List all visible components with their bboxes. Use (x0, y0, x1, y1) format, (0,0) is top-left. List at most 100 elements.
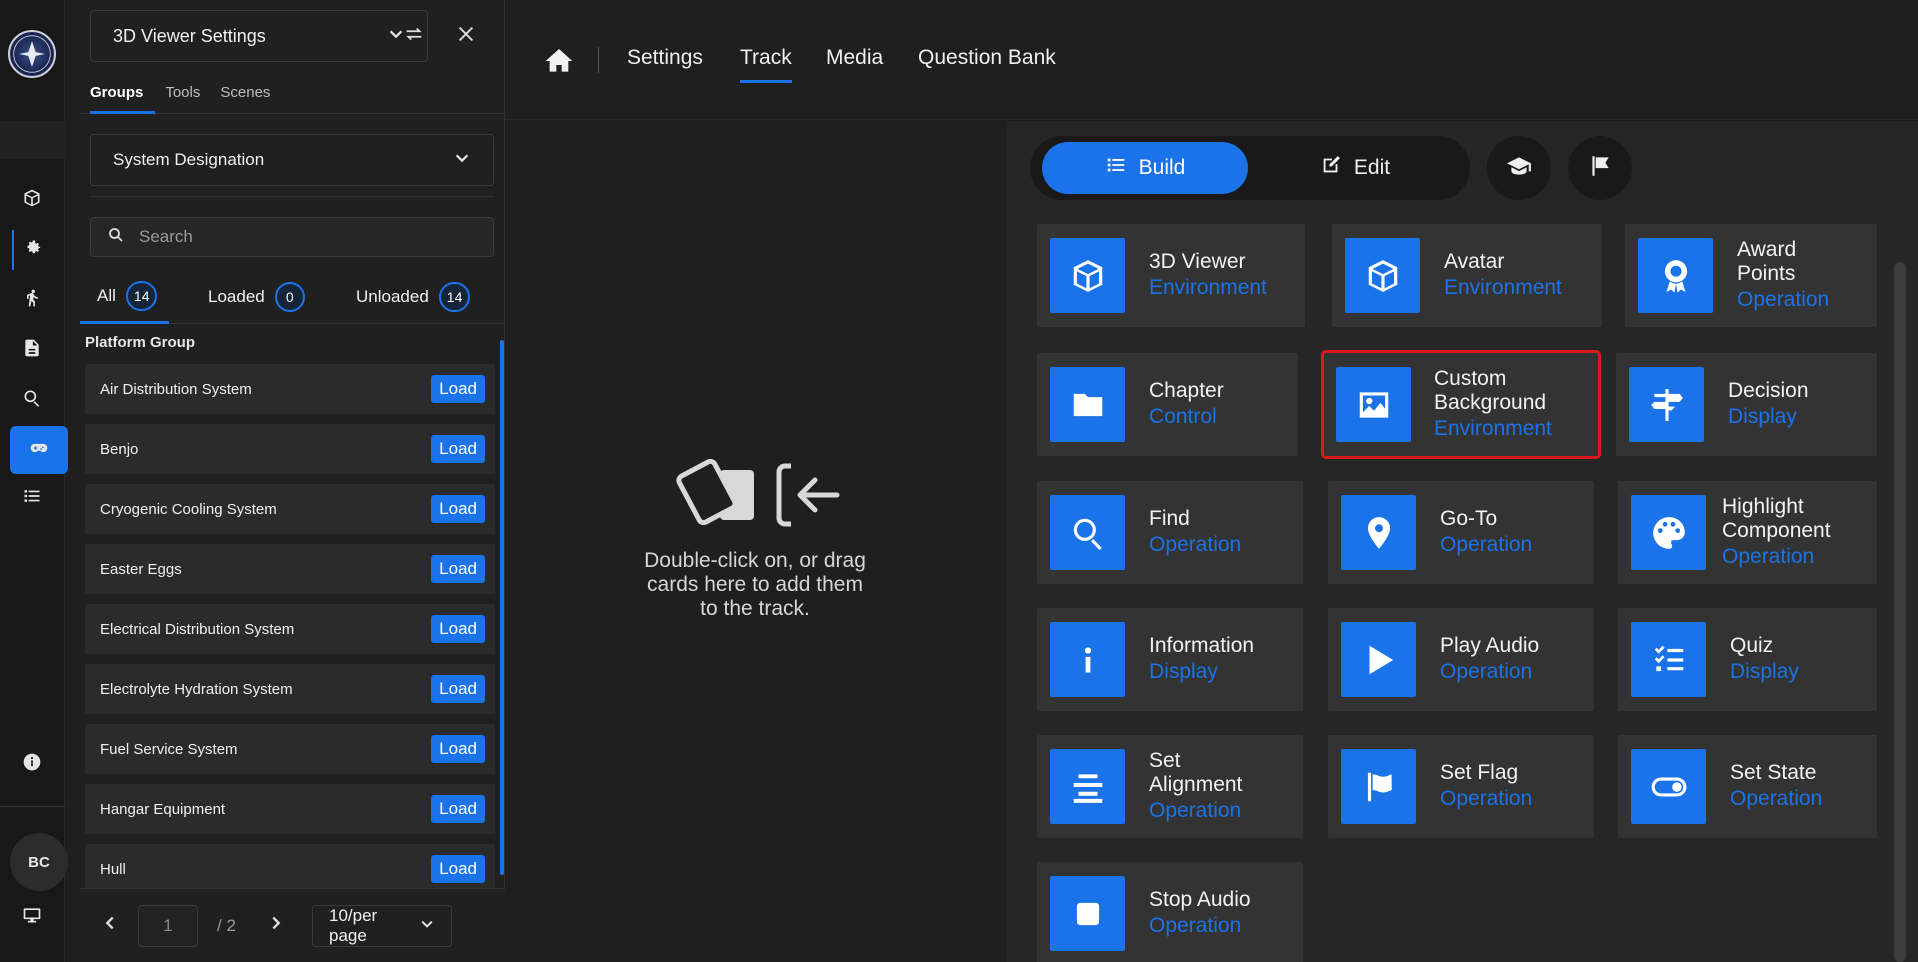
page-number-input[interactable]: 1 (138, 905, 198, 947)
card-type: Operation (1722, 544, 1815, 568)
load-button[interactable]: Load (431, 375, 485, 403)
card-custom-background[interactable]: Custom Background Environment (1321, 350, 1601, 459)
card-type: Operation (1149, 532, 1242, 556)
card-go-to[interactable]: Go-To Operation (1328, 481, 1594, 584)
rail-walk-button[interactable] (12, 280, 52, 320)
palette-icon (1631, 495, 1706, 570)
search-input[interactable] (139, 227, 459, 247)
filter-all[interactable]: All 14 (80, 270, 170, 324)
load-button[interactable]: Load (431, 435, 485, 463)
document-icon (22, 338, 42, 363)
rail-cube-button[interactable] (12, 180, 52, 220)
left-rail: BC (0, 0, 68, 962)
card-name: Go-To (1440, 506, 1498, 530)
list-item[interactable]: Electrical Distribution System Load (85, 604, 495, 654)
list-item[interactable]: Fuel Service System Load (85, 724, 495, 774)
rail-list-button[interactable] (12, 478, 52, 518)
card-play-audio[interactable]: Play Audio Operation (1328, 608, 1594, 711)
panel-title-dropdown[interactable]: 3D Viewer Settings (90, 10, 428, 62)
card-type: Display (1730, 659, 1799, 683)
build-mode-button[interactable]: Build (1042, 142, 1248, 194)
info-icon (1050, 622, 1125, 697)
page-size-value: 10/per page (329, 906, 378, 945)
system-designation-dropdown[interactable]: System Designation (90, 134, 494, 186)
card-name: Chapter (1149, 378, 1224, 402)
card-chapter[interactable]: Chapter Control (1037, 353, 1298, 456)
refresh-icon (403, 23, 425, 50)
rail-info-button[interactable] (12, 744, 52, 784)
folder-icon (1050, 367, 1125, 442)
card-highlight-component[interactable]: Highlight Component Operation (1618, 481, 1877, 584)
user-avatar[interactable]: BC (10, 833, 68, 891)
prev-page-button[interactable] (96, 911, 124, 939)
page-size-select[interactable]: 10/per page (312, 905, 452, 947)
flag-icon (1587, 153, 1613, 184)
card-quiz[interactable]: Quiz Display (1618, 608, 1877, 711)
search-box (90, 217, 494, 257)
nav-settings[interactable]: Settings (627, 46, 703, 80)
nav-track[interactable]: Track (740, 46, 792, 83)
search-icon (22, 388, 42, 413)
card-3d-viewer[interactable]: 3D Viewer Environment (1037, 224, 1305, 327)
load-button[interactable]: Load (431, 735, 485, 763)
list-item[interactable]: Benjo Load (85, 424, 495, 474)
training-button[interactable] (1487, 136, 1551, 200)
card-type: Operation (1149, 798, 1242, 822)
checklist-icon (1631, 622, 1706, 697)
library-scrollbar[interactable] (1894, 262, 1906, 962)
rail-display-button[interactable] (12, 897, 52, 937)
rail-divider (0, 121, 65, 159)
next-page-button[interactable] (262, 911, 290, 939)
card-set-state[interactable]: Set State Operation (1618, 735, 1877, 838)
tab-groups[interactable]: Groups (90, 74, 156, 114)
list-item[interactable]: Cryogenic Cooling System Load (85, 484, 495, 534)
load-button[interactable]: Load (431, 675, 485, 703)
align-center-icon (1050, 749, 1125, 824)
card-set-alignment[interactable]: Set Alignment Operation (1037, 735, 1303, 838)
track-drop-zone[interactable]: Double-click on, or drag cards here to a… (505, 121, 1005, 962)
list-scrollbar[interactable] (500, 340, 504, 875)
play-icon (1341, 622, 1416, 697)
edit-mode-button[interactable]: Edit (1252, 142, 1458, 194)
filter-loaded[interactable]: Loaded 0 (208, 270, 305, 324)
count-badge: 14 (125, 280, 158, 311)
divider (90, 196, 494, 197)
load-button[interactable]: Load (431, 495, 485, 523)
list-item[interactable]: Air Distribution System Load (85, 364, 495, 414)
list-item[interactable]: Hangar Equipment Load (85, 784, 495, 834)
load-button[interactable]: Load (431, 795, 485, 823)
list-item[interactable]: Easter Eggs Load (85, 544, 495, 594)
card-stop-audio[interactable]: Stop Audio Operation (1037, 862, 1303, 962)
nav-question-bank[interactable]: Question Bank (918, 46, 1056, 80)
home-button[interactable] (543, 45, 577, 79)
card-award-points[interactable]: Award Points Operation (1625, 224, 1877, 327)
close-panel-button[interactable] (450, 20, 482, 52)
filter-unloaded[interactable]: Unloaded 14 (356, 270, 471, 324)
rail-settings-button[interactable] (12, 230, 52, 270)
card-information[interactable]: Information Display (1037, 608, 1303, 711)
tab-tools[interactable]: Tools (165, 74, 210, 114)
list-item[interactable]: Electrolyte Hydration System Load (85, 664, 495, 714)
card-library: Build Edit 3D Viewer Environment Avatar En… (1006, 121, 1918, 962)
load-button[interactable]: Load (431, 855, 485, 883)
item-name: Air Distribution System (100, 380, 252, 398)
card-find[interactable]: Find Operation (1037, 481, 1303, 584)
card-name: 3D Viewer (1149, 249, 1246, 273)
edit-icon (1320, 154, 1354, 182)
rail-document-button[interactable] (12, 330, 52, 370)
flag-button[interactable] (1568, 136, 1632, 200)
rail-gamepad-button[interactable] (10, 426, 68, 474)
chevron-right-icon (267, 914, 285, 937)
list-item[interactable]: Hull Load (85, 844, 495, 894)
rail-search-button[interactable] (12, 380, 52, 420)
refresh-button[interactable] (398, 20, 430, 52)
card-set-flag[interactable]: Set Flag Operation (1328, 735, 1594, 838)
nav-media[interactable]: Media (826, 46, 883, 80)
card-decision[interactable]: Decision Display (1616, 353, 1877, 456)
card-name: Avatar (1444, 249, 1505, 273)
load-button[interactable]: Load (431, 555, 485, 583)
tab-scenes[interactable]: Scenes (220, 74, 280, 114)
card-avatar[interactable]: Avatar Environment (1332, 224, 1602, 327)
card-name: Set Flag (1440, 760, 1519, 784)
load-button[interactable]: Load (431, 615, 485, 643)
